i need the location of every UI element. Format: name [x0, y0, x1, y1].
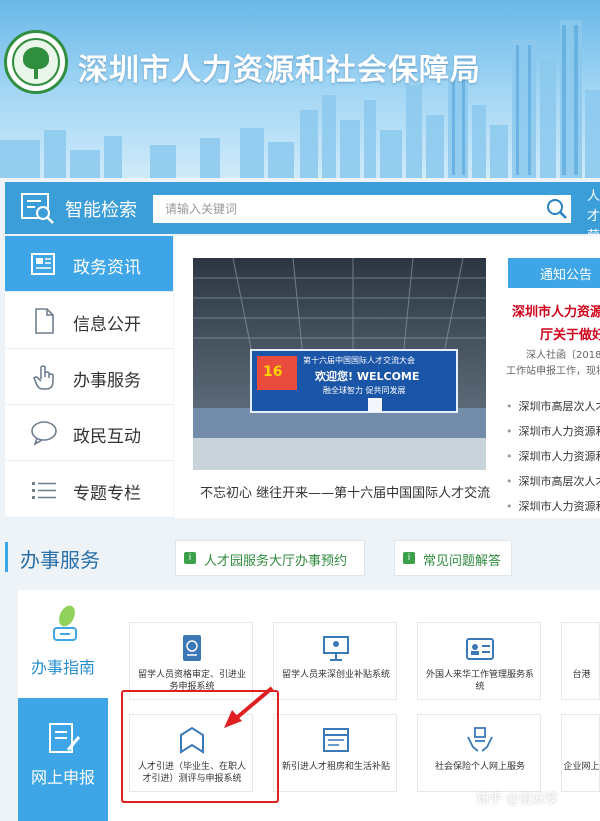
service-tile-overseas-talent[interactable]: 留学人员资格审定、引进业 务申报系统: [129, 622, 253, 700]
service-tile-enterprise[interactable]: 企业网上: [561, 714, 600, 792]
news-caption[interactable]: 不忘初心 继往开来——第十六届中国国际人才交流: [200, 482, 490, 501]
section-title: 办事服务: [20, 548, 100, 572]
banner-slogan: 融全球智力 促共同发展: [323, 386, 406, 395]
quick-link-icon: i: [184, 552, 196, 564]
notice-panel: 通知公告 深圳市人力资源 厅关于做好 深人社函〔2018 工作站申报工作，现将 …: [496, 236, 600, 518]
site-title: 深圳市人力资源和社会保障局: [78, 53, 481, 88]
tab-notice[interactable]: 通知公告: [508, 258, 600, 288]
nav-label: 办事服务: [73, 371, 141, 391]
list-icon: [32, 482, 56, 499]
list-item[interactable]: • 深圳市高层次人才: [506, 473, 600, 498]
notice-headline[interactable]: 深圳市人力资源: [512, 302, 600, 324]
newspaper-icon: [31, 253, 55, 275]
service-tile-housing-subsidy[interactable]: 新引进人才租房和生活补贴: [273, 714, 397, 792]
watermark: 知乎 @蜜妖孽: [476, 792, 559, 807]
nav-item-services[interactable]: 办事服务: [5, 349, 173, 405]
chat-bubble-icon: [31, 421, 57, 446]
services-panel: 办事指南 网上申报 留学人员资格审定、引进业 务申报系统 留学人员来深创业补贴系统: [18, 590, 600, 821]
nav-item-disclosure[interactable]: 信息公开: [5, 293, 173, 349]
document-icon: [35, 308, 54, 334]
faq-button[interactable]: i 常见问题解答: [394, 540, 512, 576]
banner-welcome: 欢迎您! WELCOME: [315, 370, 420, 383]
nav-item-interaction[interactable]: 政民互动: [5, 405, 173, 461]
list-item[interactable]: • 深圳市人力资源和: [506, 423, 600, 448]
city-skyline-illustration: [0, 20, 600, 178]
tab-service-guide[interactable]: 办事指南: [18, 590, 108, 698]
left-nav: 政务资讯 信息公开 办事服务 政民互动 专题专栏: [5, 236, 173, 518]
search-input[interactable]: [153, 195, 571, 223]
form-pen-icon: [49, 723, 81, 753]
news-carousel: 16 第十六届中国国际人才交流大会 欢迎您! WELCOME 融全球智力 促共同…: [174, 236, 496, 518]
service-tile-foreigner-work[interactable]: 外国人来华工作管理服务系统: [417, 622, 541, 700]
hands-people-icon: [467, 727, 493, 752]
banner-title: 第十六届中国国际人才交流大会: [303, 356, 415, 365]
nav-item-news[interactable]: 政务资讯: [5, 236, 173, 292]
nav-label: 政民互动: [73, 427, 141, 447]
nav-label: 专题专栏: [73, 484, 141, 504]
id-card-icon: [466, 638, 494, 660]
quill-pen-icon: [53, 605, 77, 641]
passport-icon: [183, 635, 201, 661]
bureau-emblem-logo[interactable]: [4, 30, 68, 94]
notice-headline-2[interactable]: 厅关于做好: [540, 324, 600, 343]
list-item[interactable]: • 深圳市人力资源和: [506, 498, 600, 518]
red-highlight-box: [121, 690, 279, 803]
service-tile-taiwan-hk[interactable]: 台港: [561, 622, 600, 700]
news-photo[interactable]: 16 第十六届中国国际人才交流大会 欢迎您! WELCOME 融全球智力 促共同…: [193, 258, 486, 470]
service-tile-startup-subsidy[interactable]: 留学人员来深创业补贴系统: [273, 622, 397, 700]
services-section-header: 办事服务 i 人才园服务大厅办事预约 i 常见问题解答: [0, 522, 600, 590]
banner-badge: 16: [263, 364, 283, 380]
site-header: 深圳市人力资源和社会保障局: [0, 0, 600, 178]
hand-pointer-icon: [33, 365, 54, 390]
notice-list: • 深圳市高层次人才 • 深圳市人力资源和 • 深圳市人力资源和 • 深圳市高层次人才 …: [506, 398, 600, 518]
search-icon[interactable]: [545, 196, 569, 222]
quick-link-icon: i: [403, 552, 415, 564]
list-item[interactable]: • 深圳市高层次人才: [506, 398, 600, 423]
nav-item-topics[interactable]: 专题专栏: [5, 462, 173, 518]
tab-label: 办事指南: [30, 658, 95, 677]
service-tile-social-insurance[interactable]: 社会保险个人网上服务: [417, 714, 541, 792]
section-accent-bar: [5, 542, 8, 572]
list-item[interactable]: • 深圳市人力资源和: [506, 448, 600, 473]
search-bar: 智能检索 人才 劳动: [5, 182, 600, 264]
window-list-icon: [323, 728, 349, 752]
nav-label: 政务资讯: [73, 258, 141, 278]
smart-search-icon: [21, 193, 54, 224]
tab-label: 网上申报: [30, 768, 95, 787]
presentation-icon: [323, 636, 349, 661]
notice-summary: 深人社函〔2018: [526, 350, 600, 361]
notice-summary: 工作站申报工作，现将: [506, 366, 600, 377]
appointment-button[interactable]: i 人才园服务大厅办事预约: [175, 540, 365, 576]
search-label: 智能检索: [65, 200, 137, 221]
tab-online-application[interactable]: 网上申报: [18, 698, 108, 821]
nav-label: 信息公开: [73, 315, 141, 335]
